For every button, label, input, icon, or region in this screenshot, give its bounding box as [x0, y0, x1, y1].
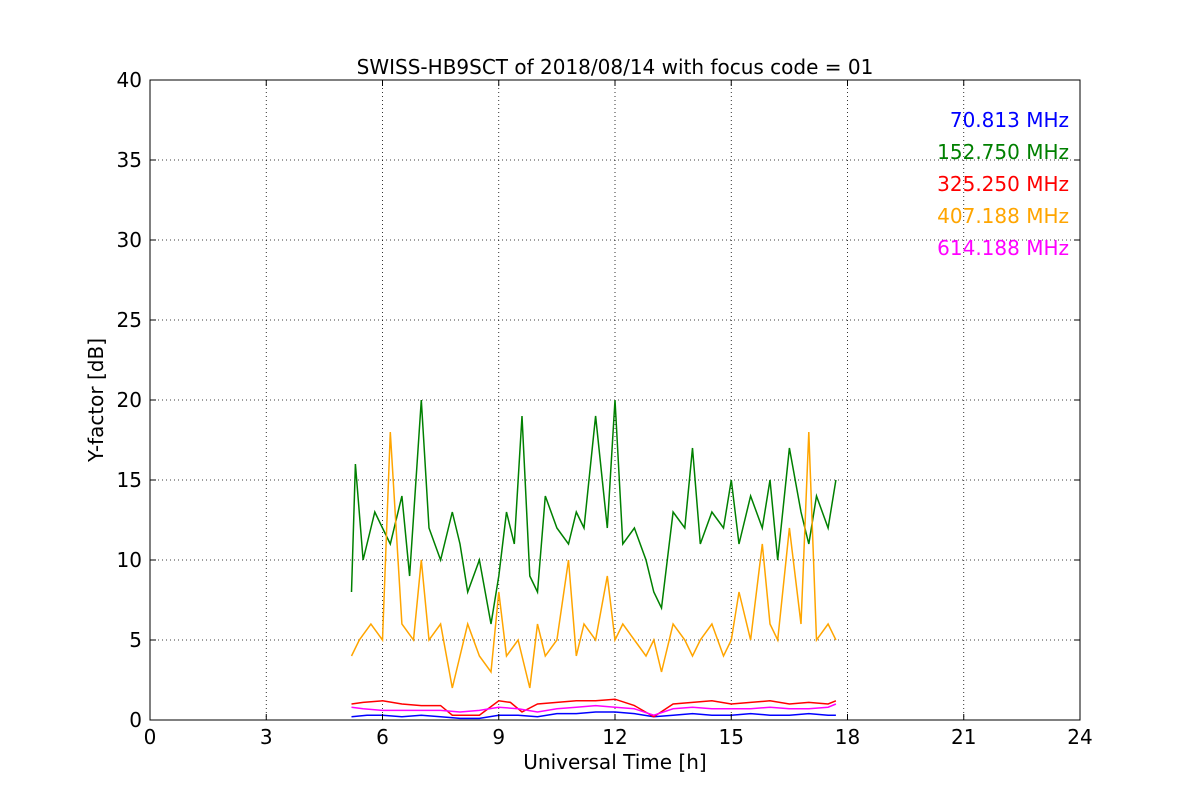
x-tick-label: 6	[376, 725, 389, 749]
y-tick-label: 10	[117, 548, 142, 572]
x-tick-label: 0	[144, 725, 157, 749]
y-tick-label: 35	[117, 148, 142, 172]
chart-title: SWISS-HB9SCT of 2018/08/14 with focus co…	[357, 55, 874, 79]
legend-entry-3: 407.188 MHz	[937, 204, 1069, 228]
x-tick-label: 9	[492, 725, 505, 749]
x-tick-label: 18	[835, 725, 860, 749]
chart: SWISS-HB9SCT of 2018/08/14 with focus co…	[0, 0, 1200, 800]
legend: 70.813 MHz 152.750 MHz 325.250 MHz 407.188 …	[937, 108, 1069, 260]
y-tick-label: 20	[117, 388, 142, 412]
y-tick-label: 15	[117, 468, 142, 492]
legend-entry-0: 70.813 MHz	[950, 108, 1069, 132]
x-axis-title: Universal Time [h]	[523, 750, 706, 774]
y-tick-label: 40	[117, 68, 142, 92]
x-tick-label: 24	[1067, 725, 1092, 749]
legend-entry-2: 325.250 MHz	[937, 172, 1069, 196]
y-tick-label: 5	[129, 628, 142, 652]
x-tick-label: 3	[260, 725, 273, 749]
y-tick-label: 25	[117, 308, 142, 332]
legend-entry-1: 152.750 MHz	[937, 140, 1069, 164]
x-tick-label: 15	[719, 725, 744, 749]
y-axis-title: Y-factor [dB]	[84, 338, 108, 463]
legend-entry-4: 614.188 MHz	[937, 236, 1069, 260]
y-tick-label: 0	[129, 708, 142, 732]
x-tick-label: 21	[951, 725, 976, 749]
x-tick-label: 12	[602, 725, 627, 749]
y-tick-label: 30	[117, 228, 142, 252]
